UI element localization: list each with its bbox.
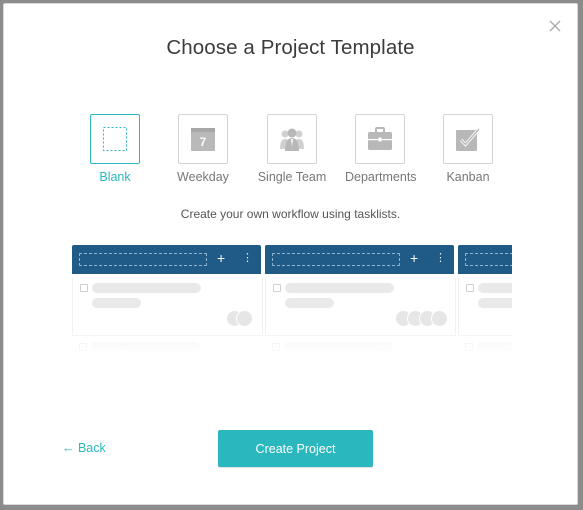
template-blank-tile[interactable] xyxy=(90,114,140,164)
template-weekday[interactable]: 7 Weekday xyxy=(168,114,238,184)
task-placeholder-line xyxy=(285,298,334,308)
avatar-group xyxy=(226,310,256,327)
more-icon: ⋮ xyxy=(242,252,253,264)
task-placeholder-line xyxy=(92,283,201,293)
template-label: Blank xyxy=(99,170,131,184)
briefcase-icon xyxy=(368,127,392,150)
close-icon[interactable] xyxy=(547,18,563,34)
task-placeholder-line xyxy=(478,283,512,293)
team-icon xyxy=(280,128,304,151)
template-options: Blank 7 Weekday Single Team Departments … xyxy=(4,114,577,194)
template-label: Departments xyxy=(345,170,417,184)
calendar-icon: 7 xyxy=(191,128,215,151)
checkbox-icon xyxy=(466,284,474,292)
task-placeholder-line xyxy=(285,283,394,293)
dialog-title: Choose a Project Template xyxy=(166,36,415,59)
add-icon: + xyxy=(410,250,419,266)
kanban-check-icon xyxy=(456,127,480,151)
tasklist-title-placeholder xyxy=(272,253,400,266)
add-icon: + xyxy=(217,250,226,266)
calendar-day-number: 7 xyxy=(200,135,207,149)
avatar-group xyxy=(395,310,449,327)
tasklist-header xyxy=(458,245,512,274)
more-icon: ⋮ xyxy=(435,252,446,264)
template-label: Kanban xyxy=(446,170,490,184)
template-label: Weekday xyxy=(177,170,229,184)
back-link[interactable]: ← Back xyxy=(62,441,106,455)
blank-template-icon xyxy=(103,127,127,151)
template-single-team-tile[interactable] xyxy=(267,114,317,164)
tasklist-title-placeholder xyxy=(465,253,512,266)
create-project-button[interactable]: Create Project xyxy=(218,430,373,467)
template-kanban[interactable]: Kanban xyxy=(433,114,503,184)
template-blank[interactable]: Blank xyxy=(80,114,150,184)
template-label: Single Team xyxy=(257,170,327,184)
template-departments[interactable]: Departments xyxy=(345,114,417,184)
checkbox-icon xyxy=(80,284,88,292)
preview-fade xyxy=(72,324,512,358)
tasklist-header: + ⋮ xyxy=(265,245,454,274)
template-departments-tile[interactable] xyxy=(355,114,405,164)
template-kanban-tile[interactable] xyxy=(443,114,493,164)
task-placeholder-line xyxy=(478,298,512,308)
task-placeholder-line xyxy=(92,298,141,308)
checkbox-icon xyxy=(273,284,281,292)
tasklist-title-placeholder xyxy=(79,253,207,266)
tasklist-header: + ⋮ xyxy=(72,245,261,274)
template-description: Create your own workflow using tasklists… xyxy=(180,207,401,221)
choose-template-dialog: Choose a Project Template Blank 7 Weekda… xyxy=(3,3,578,505)
template-single-team[interactable]: Single Team xyxy=(257,114,327,184)
template-weekday-tile[interactable]: 7 xyxy=(178,114,228,164)
